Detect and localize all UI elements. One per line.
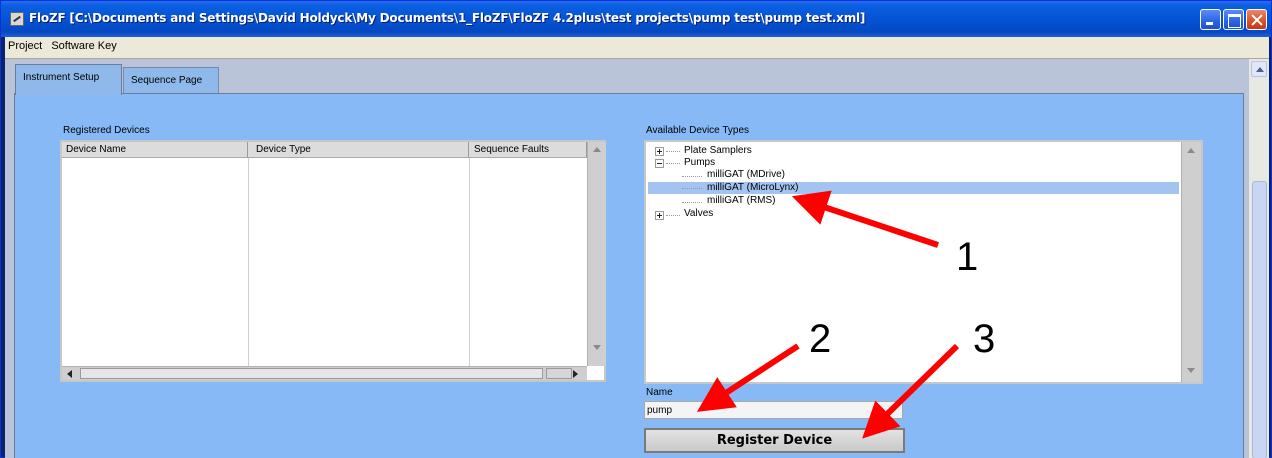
table-horizontal-scrollbar[interactable] <box>62 366 587 380</box>
tree-item-milligat-mdrive[interactable]: milliGAT (MDrive) <box>654 169 1174 181</box>
menu-bar: Project Software Key <box>5 37 1269 59</box>
registered-devices-label: Registered Devices <box>63 125 150 136</box>
tree-vertical-scrollbar[interactable] <box>1181 142 1201 382</box>
scroll-thumb[interactable] <box>80 368 543 379</box>
tree-item-valves[interactable]: Valves <box>654 208 1174 220</box>
tree-item-pumps[interactable]: Pumps <box>654 157 1174 169</box>
menu-project[interactable]: Project <box>5 37 45 52</box>
tree-connector <box>666 163 680 164</box>
annotation-number-3: 3 <box>973 317 996 361</box>
annotation-number-2: 2 <box>809 317 832 361</box>
collapse-minus-icon[interactable] <box>655 159 664 168</box>
expand-plus-icon[interactable] <box>655 147 664 156</box>
tree-item-plate-samplers[interactable]: Plate Samplers <box>654 145 1174 157</box>
available-device-types-label: Available Device Types <box>646 125 750 136</box>
tree-item-milligat-rms[interactable]: milliGAT (RMS) <box>654 195 1174 207</box>
column-header-sequence-faults[interactable]: Sequence Faults <box>469 142 587 158</box>
registered-devices-table[interactable]: Device Name Device Type Sequence Faults <box>60 140 606 382</box>
close-button[interactable] <box>1246 9 1267 30</box>
window-vertical-scrollbar[interactable] <box>1249 59 1269 458</box>
tree-item-label: Pumps <box>684 157 716 168</box>
column-header-device-type[interactable]: Device Type <box>248 142 469 158</box>
tree-item-label: Plate Samplers <box>684 145 752 156</box>
tree-item-milligat-microlynx[interactable]: milliGAT (MicroLynx) <box>648 182 1179 194</box>
tree-connector <box>666 151 680 152</box>
window-title: FloZF [C:\Documents and Settings\David H… <box>29 11 866 25</box>
scroll-thumb-end[interactable] <box>546 368 572 379</box>
tree-connector <box>682 188 702 189</box>
tab-sequence-page[interactable]: Sequence Page <box>123 67 219 93</box>
tree-connector <box>682 176 702 177</box>
menu-software-key[interactable]: Software Key <box>48 37 119 52</box>
scroll-up-arrow-icon[interactable] <box>1251 61 1267 77</box>
tree-connector <box>682 202 702 203</box>
register-device-button[interactable]: Register Device <box>644 428 905 453</box>
table-vertical-scrollbar[interactable] <box>587 142 606 366</box>
name-field-label: Name <box>646 387 673 398</box>
available-device-types-tree[interactable]: Plate Samplers Pumps milliGAT (MDrive) m… <box>644 140 1203 384</box>
column-divider <box>469 158 470 368</box>
maximize-button[interactable] <box>1223 9 1244 30</box>
app-window: FloZF [C:\Documents and Settings\David H… <box>0 0 1272 458</box>
annotation-number-1: 1 <box>956 235 979 279</box>
title-bar[interactable]: FloZF [C:\Documents and Settings\David H… <box>1 1 1271 37</box>
tree-item-label: Valves <box>684 208 714 219</box>
column-header-device-name[interactable]: Device Name <box>62 142 248 158</box>
tree-item-label: milliGAT (MicroLynx) <box>707 182 799 193</box>
expand-plus-icon[interactable] <box>655 211 664 220</box>
tree-item-label: milliGAT (RMS) <box>707 195 776 206</box>
scroll-down-arrow-icon[interactable] <box>1185 364 1198 377</box>
scroll-down-arrow-icon[interactable] <box>591 341 604 354</box>
app-icon[interactable] <box>10 12 24 26</box>
scroll-thumb[interactable] <box>1252 181 1267 458</box>
column-divider <box>248 158 249 368</box>
tab-instrument-setup[interactable]: Instrument Setup <box>15 64 122 95</box>
device-name-input[interactable] <box>644 401 903 419</box>
scroll-up-arrow-icon[interactable] <box>591 144 604 157</box>
tree-connector <box>666 215 680 216</box>
minimize-button[interactable] <box>1200 9 1221 30</box>
scroll-up-arrow-icon[interactable] <box>1185 145 1198 158</box>
tree-item-label: milliGAT (MDrive) <box>707 169 785 180</box>
